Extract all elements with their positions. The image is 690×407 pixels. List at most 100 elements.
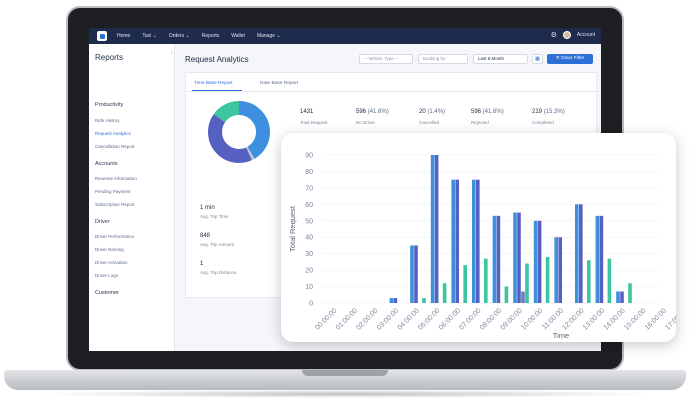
bar-11:00:00-s0[interactable] bbox=[554, 237, 558, 303]
bar-12:00:00-s0[interactable] bbox=[575, 204, 579, 303]
clear-filter-label: Clear Filter bbox=[560, 56, 585, 61]
bar-07:00:00-s1[interactable] bbox=[476, 179, 480, 303]
bar-09:00:00-s1[interactable] bbox=[517, 212, 521, 303]
sidebar-item-driver-earning[interactable]: Driver Earning bbox=[95, 247, 124, 252]
tab-divider bbox=[186, 91, 598, 92]
nav-manage[interactable]: Manage ⌄ bbox=[257, 33, 281, 39]
bar-13:00:00-s3[interactable] bbox=[607, 258, 612, 303]
sidebar-group-driver[interactable]: Driver bbox=[95, 219, 110, 225]
bar-09:00:00-s3[interactable] bbox=[525, 263, 529, 303]
period-select[interactable]: Last 6 Month bbox=[473, 54, 528, 64]
bar-03:00:00-s0[interactable] bbox=[389, 298, 394, 303]
nav-taxi-label: Taxi bbox=[142, 33, 152, 39]
bar-10:00:00-s1[interactable] bbox=[537, 220, 542, 303]
x-axis-title: Time bbox=[553, 331, 569, 340]
bar-12:00:00-s1[interactable] bbox=[579, 204, 583, 303]
bar-06:00:00-s1[interactable] bbox=[455, 179, 459, 303]
booking-by-select[interactable]: Booking by bbox=[418, 54, 468, 64]
y-tick-label: 40 bbox=[305, 235, 313, 242]
nav-taxi[interactable]: Taxi ⌄ bbox=[142, 33, 157, 39]
laptop-shadow bbox=[30, 390, 660, 398]
bar-09:00:00-s0[interactable] bbox=[513, 212, 517, 303]
sidebar-item-pending-payment[interactable]: Pending Payment bbox=[95, 189, 131, 194]
bar-05:00:00-s3[interactable] bbox=[442, 283, 447, 303]
page-title: Request Analytics bbox=[185, 55, 249, 64]
bar-07:00:00-s0[interactable] bbox=[472, 179, 476, 303]
y-tick-label: 20 bbox=[305, 268, 313, 275]
avg-trip-amount-label: Avg. Trip Amount bbox=[200, 242, 235, 247]
bar-06:00:00-s3[interactable] bbox=[463, 265, 467, 303]
avatar[interactable] bbox=[562, 31, 571, 39]
y-tick-label: 80 bbox=[305, 169, 313, 176]
clear-filter-button[interactable]: ✕ Clear Filter bbox=[547, 54, 593, 64]
y-axis-title: Total Request bbox=[288, 205, 297, 252]
vehicle-type-select[interactable]: -- Vehicle Type -- bbox=[359, 54, 413, 64]
chevron-down-icon: ⌄ bbox=[151, 33, 157, 39]
bar-13:00:00-s0[interactable] bbox=[595, 215, 600, 303]
nav-wallet[interactable]: Wallet bbox=[231, 33, 245, 39]
sidebar-group-productivity[interactable]: Productivity bbox=[95, 102, 123, 108]
nav-home[interactable]: Home bbox=[117, 33, 130, 39]
calendar-icon[interactable]: ▦ bbox=[532, 54, 543, 64]
avg-trip-distance-label: Avg. Trip Distance bbox=[200, 270, 237, 275]
sidebar-item-driver-logs[interactable]: Driver Logs bbox=[95, 273, 118, 278]
bar-09:00:00-s2[interactable] bbox=[521, 291, 525, 303]
top-navbar: Home Taxi ⌄ Orders ⌄ Reports Wallet Mana… bbox=[89, 28, 601, 44]
tab-time-base-report[interactable]: Time Base Report bbox=[194, 81, 232, 86]
bar-14:00:00-s1[interactable] bbox=[620, 291, 624, 303]
time-bar-chart-popup: 0 10 20 30 40 50 60 70 80 90 00:00:00 01:00:00 02:00… bbox=[281, 133, 676, 342]
cancelled-value: 20 (1.4%) bbox=[419, 109, 445, 115]
bar-08:00:00-s3[interactable] bbox=[504, 286, 509, 303]
rejected-value: 596 (41.6%) bbox=[471, 109, 504, 115]
sidebar-item-driver-performance[interactable]: Driver Performance bbox=[95, 234, 134, 239]
laptop-notch bbox=[302, 370, 388, 376]
bar-07:00:00-s3[interactable] bbox=[484, 258, 488, 303]
sidebar-title: Reports bbox=[95, 53, 124, 62]
sidebar-group-accounts[interactable]: Accounts bbox=[95, 161, 118, 167]
y-tick-label: 60 bbox=[305, 202, 313, 209]
avg-trip-distance-value: 1 bbox=[200, 261, 204, 267]
active-tab-indicator bbox=[192, 90, 242, 91]
completed-label: Completed bbox=[532, 120, 554, 125]
sidebar-group-customer[interactable]: Customer bbox=[95, 290, 119, 296]
nav-reports[interactable]: Reports bbox=[202, 33, 220, 39]
app-logo[interactable] bbox=[97, 31, 107, 41]
collapse-icon[interactable]: ‹ bbox=[171, 50, 173, 56]
bar-06:00:00-s0[interactable] bbox=[451, 179, 455, 303]
rejected-label: Rejected bbox=[471, 120, 489, 125]
no-driver-pct: (41.6%) bbox=[367, 109, 389, 115]
tab-date-base-report[interactable]: Date Base Report bbox=[260, 81, 298, 86]
sidebar: Reports ‹ Productivity Ride History Requ… bbox=[89, 44, 175, 351]
sidebar-item-subscription-report[interactable]: Subscription Report bbox=[95, 202, 135, 207]
bar-12:00:00-s3[interactable] bbox=[587, 260, 591, 303]
account-menu[interactable]: Account bbox=[577, 32, 595, 38]
cancelled-label: Cancelled bbox=[419, 120, 440, 125]
y-tick-label: 30 bbox=[305, 251, 313, 258]
chevron-down-icon: ⌄ bbox=[275, 33, 281, 39]
nav-orders-label: Orders bbox=[168, 33, 185, 39]
sidebar-item-revenue-information[interactable]: Revenue Information bbox=[95, 176, 137, 181]
bar-05:00:00-s1[interactable] bbox=[434, 155, 439, 303]
gear-icon[interactable]: ⚙ bbox=[551, 31, 557, 39]
sidebar-item-cancellation-report[interactable]: Cancellation Report bbox=[95, 144, 135, 149]
bar-03:00:00-s1[interactable] bbox=[393, 298, 398, 303]
bar-04:00:00-s1[interactable] bbox=[414, 245, 418, 303]
bar-14:00:00-s0[interactable] bbox=[616, 291, 620, 303]
sidebar-item-ride-history[interactable]: Ride History bbox=[95, 118, 120, 123]
nav-orders[interactable]: Orders ⌄ bbox=[169, 33, 190, 39]
sidebar-item-request-analytics[interactable]: Request Analytics bbox=[95, 131, 131, 136]
bar-13:00:00-s1[interactable] bbox=[599, 215, 604, 303]
bar-04:00:00-s0[interactable] bbox=[410, 245, 414, 303]
bar-04:00:00-s3[interactable] bbox=[422, 298, 426, 303]
bar-05:00:00-s0[interactable] bbox=[430, 155, 435, 303]
nav-manage-label: Manage bbox=[256, 33, 276, 39]
bar-11:00:00-s1[interactable] bbox=[558, 237, 562, 303]
chevron-down-icon: ⌄ bbox=[184, 33, 190, 39]
bar-08:00:00-s1[interactable] bbox=[496, 215, 501, 303]
bar-10:00:00-s0[interactable] bbox=[533, 220, 538, 303]
y-tick-label: 10 bbox=[305, 284, 313, 291]
bar-08:00:00-s0[interactable] bbox=[492, 215, 497, 303]
bar-10:00:00-s3[interactable] bbox=[545, 256, 550, 303]
sidebar-item-driver-activation[interactable]: Driver Activation bbox=[95, 260, 128, 265]
bar-14:00:00-s3[interactable] bbox=[628, 283, 632, 303]
